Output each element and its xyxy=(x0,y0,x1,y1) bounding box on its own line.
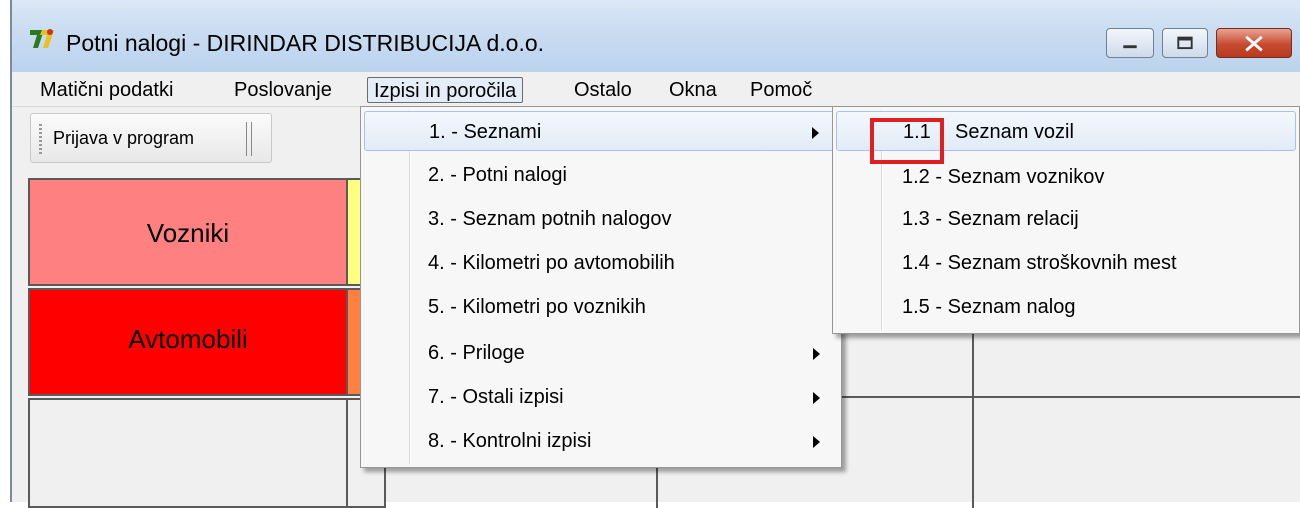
menu-pomoc[interactable]: Pomoč xyxy=(744,77,818,103)
grid-divider xyxy=(972,334,974,508)
izpisi-dropdown-menu: 1. - Seznami 2. - Potni nalogi 3. - Sezn… xyxy=(360,106,842,468)
menu-item-kilometri-po-voznikih[interactable]: 5. - Kilometri po voznikih xyxy=(364,287,838,327)
close-icon xyxy=(1245,35,1263,52)
tile-empty-1[interactable] xyxy=(28,398,348,508)
toolbar: Prijava v program xyxy=(30,113,272,163)
minimize-button[interactable] xyxy=(1106,28,1154,58)
menu-item-label: 8. - Kontrolni izpisi xyxy=(428,430,592,452)
login-button[interactable]: Prijava v program xyxy=(53,128,194,149)
maximize-icon xyxy=(1177,36,1193,50)
highlight-annotation-box xyxy=(870,118,944,164)
menu-item-label: 6. - Priloge xyxy=(428,342,525,364)
title-bar[interactable]: Potni nalogi - DIRINDAR DISTRIBUCIJA d.o… xyxy=(12,0,1300,72)
menu-item-label: 7. - Ostali izpisi xyxy=(428,386,564,408)
submenu-item-seznam-nalog[interactable]: 1.5 - Seznam nalog xyxy=(836,287,1296,327)
submenu-arrow-icon xyxy=(812,127,819,139)
menu-poslovanje[interactable]: Poslovanje xyxy=(228,77,338,103)
submenu-arrow-icon xyxy=(813,392,820,404)
menu-izpisi-in-porocila[interactable]: Izpisi in poročila xyxy=(367,77,524,103)
menu-item-ostali-izpisi[interactable]: 7. - Ostali izpisi xyxy=(364,377,838,417)
tile-vozniki-label: Vozniki xyxy=(146,218,230,248)
tile-vozniki[interactable]: Vozniki xyxy=(28,178,348,286)
menu-bar: Matični podatki Poslovanje Izpisi in por… xyxy=(12,72,1300,107)
menu-item-label: 2. - Potni nalogi xyxy=(428,164,567,186)
menu-okna[interactable]: Okna xyxy=(663,77,723,103)
tile-avtomobili-label: Avtomobili xyxy=(128,324,248,354)
menu-item-label: 3. - Seznam potnih nalogov xyxy=(428,208,672,230)
minimize-icon xyxy=(1123,45,1137,49)
submenu-item-label: Seznam vozil xyxy=(955,121,1074,143)
window-title: Potni nalogi - DIRINDAR DISTRIBUCIJA d.o… xyxy=(66,30,545,56)
toolbar-separator xyxy=(246,122,252,156)
menu-item-label: 5. - Kilometri po voznikih xyxy=(428,296,646,318)
close-button[interactable] xyxy=(1216,28,1292,58)
submenu-item-label: 1.3 - Seznam relacij xyxy=(902,208,1079,230)
grid-divider xyxy=(842,396,1300,398)
menu-item-kilometri-po-avtomobilih[interactable]: 4. - Kilometri po avtomobilih xyxy=(364,243,838,283)
submenu-arrow-icon xyxy=(813,348,820,360)
menu-item-seznami[interactable]: 1. - Seznami xyxy=(364,111,838,151)
menu-item-priloge[interactable]: 6. - Priloge xyxy=(364,333,838,373)
submenu-arrow-icon xyxy=(813,436,820,448)
menu-maticni-podatki[interactable]: Matični podatki xyxy=(34,77,179,103)
menu-item-label: 4. - Kilometri po avtomobilih xyxy=(428,252,675,274)
menu-item-seznam-potnih-nalogov[interactable]: 3. - Seznam potnih nalogov xyxy=(364,199,838,239)
grid-divider xyxy=(656,468,658,508)
menu-item-potni-nalogi[interactable]: 2. - Potni nalogi xyxy=(364,155,838,195)
tile-avtomobili[interactable]: Avtomobili xyxy=(28,288,348,396)
submenu-item-seznam-stroskovnih-mest[interactable]: 1.4 - Seznam stroškovnih mest xyxy=(836,243,1296,283)
maximize-button[interactable] xyxy=(1162,28,1208,58)
app-logo-icon xyxy=(30,29,54,48)
submenu-item-label: 1.4 - Seznam stroškovnih mest xyxy=(902,252,1177,274)
submenu-item-seznam-relacij[interactable]: 1.3 - Seznam relacij xyxy=(836,199,1296,239)
menu-item-label: 1. - Seznami xyxy=(429,121,542,143)
toolbar-grip[interactable] xyxy=(39,124,42,154)
submenu-item-label: 1.5 - Seznam nalog xyxy=(902,296,1076,318)
menu-ostalo[interactable]: Ostalo xyxy=(568,77,638,103)
menu-item-kontrolni-izpisi[interactable]: 8. - Kontrolni izpisi xyxy=(364,421,838,461)
